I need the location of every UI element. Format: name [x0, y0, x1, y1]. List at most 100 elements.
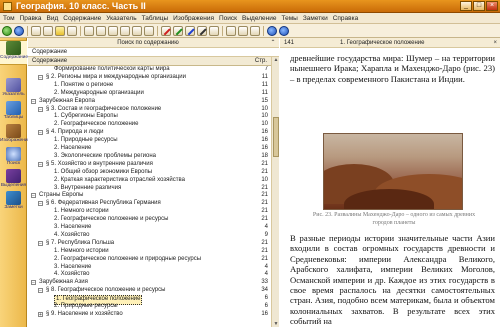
fit-page-icon[interactable]: [120, 25, 130, 36]
sidebar-item-contents[interactable]: Содержание: [0, 40, 28, 65]
forward-icon[interactable]: [14, 25, 24, 36]
collapse-icon[interactable]: ⌃: [269, 39, 277, 47]
copy-icon[interactable]: [31, 25, 41, 36]
toc-row[interactable]: 1. Немного истории 21: [28, 208, 271, 216]
toc-row[interactable]: − Зарубежная Европа 15: [28, 98, 271, 106]
minimize-button[interactable]: _: [460, 1, 472, 11]
toc-row[interactable]: − Зарубежная Азия 33: [28, 279, 271, 287]
prev-page-icon[interactable]: [267, 25, 277, 36]
toc-row[interactable]: − § 5. Хозяйство и внутренние различия 21: [28, 161, 271, 169]
collapse-icon[interactable]: −: [31, 98, 36, 104]
toc-row[interactable]: 1. Географическое положение 6: [28, 295, 271, 305]
toc-row[interactable]: − § 6. Федеративная Республика Германия 21: [28, 200, 271, 208]
toc-row[interactable]: − § 7. Республика Польша 21: [28, 240, 271, 248]
next-page-icon[interactable]: [279, 25, 289, 36]
contents-scrollbar[interactable]: ▲ ▼: [271, 57, 279, 327]
menu-help[interactable]: Справка: [333, 15, 359, 22]
toc-row[interactable]: 2. Население 16: [28, 145, 271, 153]
toc-row[interactable]: 3. Население 4: [28, 224, 271, 232]
menu-edit[interactable]: Правка: [20, 15, 42, 22]
collapse-icon[interactable]: −: [38, 161, 43, 167]
back-icon[interactable]: [2, 25, 12, 36]
toc-row[interactable]: 1. Понятие о регионе 11: [28, 82, 271, 90]
collapse-icon[interactable]: −: [31, 193, 36, 199]
toc-row[interactable]: − § 8. Географическое положение и ресурсы…: [28, 287, 271, 295]
toc-row[interactable]: 3. Внутренние различия 21: [28, 185, 271, 193]
toc-row[interactable]: 2. Природные ресурсы 6: [28, 303, 271, 311]
toc-row[interactable]: 2. Краткая характеристика отраслей хозяй…: [28, 177, 271, 185]
toc-row[interactable]: 4. Хозяйство 9: [28, 232, 271, 240]
close-button[interactable]: ×: [486, 1, 498, 11]
collapse-icon[interactable]: −: [38, 201, 43, 207]
book-icon: [6, 41, 21, 55]
collapse-icon[interactable]: −: [31, 280, 36, 286]
expand-icon[interactable]: +: [38, 311, 43, 317]
menu-notes[interactable]: Заметки: [303, 15, 328, 22]
menu-tables[interactable]: Таблицы: [142, 15, 169, 22]
highlight-tool-icon[interactable]: [226, 25, 236, 36]
toc-row[interactable]: + § 9. Население и хозяйство 16: [28, 311, 271, 319]
menu-search[interactable]: Поиск: [219, 15, 237, 22]
contents-tab[interactable]: Содержание: [28, 48, 279, 57]
toc-row[interactable]: 2. Международные организации 11: [28, 90, 271, 98]
menu-images[interactable]: Изображения: [173, 15, 214, 22]
green-pen-icon[interactable]: [173, 25, 183, 36]
toc-row[interactable]: 2. Географическое положение и ресурсы 21: [28, 216, 271, 224]
toc-row[interactable]: 1. Общий обзор экономики Европы 21: [28, 169, 271, 177]
scroll-up-icon[interactable]: ▲: [273, 57, 279, 63]
menu-view[interactable]: Вид: [47, 15, 59, 22]
zoom-icon[interactable]: [67, 25, 77, 36]
find-icon[interactable]: [55, 25, 65, 36]
note-tool-icon[interactable]: [238, 25, 248, 36]
toc-row-title: 2. Природные ресурсы: [54, 303, 118, 309]
collapse-icon[interactable]: −: [38, 130, 43, 136]
collapse-icon[interactable]: −: [38, 288, 43, 294]
toc-row-title: Формирование политической карты мира: [54, 66, 170, 72]
toc-row[interactable]: 1. Природные ресурсы 16: [28, 137, 271, 145]
scroll-thumb[interactable]: [273, 117, 279, 157]
toc-row[interactable]: − § 3. Состав и географическое положение 1…: [28, 106, 271, 114]
sidebar-item-tables[interactable]: Таблицы: [0, 101, 27, 126]
print-icon[interactable]: [43, 25, 53, 36]
toc-row[interactable]: Формирование политической карты мира 7: [28, 66, 271, 74]
black-pen-icon[interactable]: [197, 25, 207, 36]
contents-tree: Формирование политической карты мира 7− § …: [28, 66, 271, 327]
collapse-icon[interactable]: −: [38, 74, 43, 80]
toc-row-page: 11: [261, 89, 268, 96]
collapse-icon[interactable]: −: [38, 240, 43, 246]
column-title: Содержание: [32, 58, 68, 64]
menu-topics[interactable]: Темы: [281, 15, 297, 22]
toc-row-title: Зарубежная Европа: [39, 97, 95, 104]
bookmark-icon[interactable]: [144, 25, 154, 36]
menu-contents[interactable]: Содержание: [63, 15, 101, 22]
red-pen-icon[interactable]: [161, 25, 171, 36]
scroll-down-icon[interactable]: ▼: [273, 321, 279, 327]
toc-row[interactable]: 1. Субрегионы Европы 10: [28, 113, 271, 121]
toc-row[interactable]: 3. Экологические проблемы региона 18: [28, 153, 271, 161]
eraser-icon[interactable]: [209, 25, 219, 36]
undo-icon[interactable]: [250, 25, 260, 36]
close-page-icon[interactable]: ×: [493, 38, 497, 48]
sidebar-item-images[interactable]: Изображения: [0, 124, 30, 149]
toc-row[interactable]: 2. Географическое положение 10: [28, 121, 271, 129]
two-page-icon[interactable]: [96, 25, 106, 36]
toc-row[interactable]: 1. Немного истории 21: [28, 248, 271, 256]
maximize-button[interactable]: □: [473, 1, 485, 11]
toc-row[interactable]: 2. Географическое положение и природные …: [28, 256, 271, 264]
search-bar[interactable]: Поиск по содержанию ⌃: [28, 38, 279, 48]
collapse-icon[interactable]: −: [38, 106, 43, 112]
menu-index[interactable]: Указатель: [106, 15, 136, 22]
toc-row[interactable]: 4. Хозяйство 4: [28, 271, 271, 279]
sidebar-item-notes[interactable]: Заметки: [0, 191, 27, 216]
menu-volume[interactable]: Том: [3, 15, 15, 22]
blue-pen-icon[interactable]: [185, 25, 195, 36]
toc-row[interactable]: − § 4. Природа и люди 16: [28, 129, 271, 137]
text-view-icon[interactable]: [132, 25, 142, 36]
toc-row[interactable]: − Страны Европы 21: [28, 192, 271, 200]
fit-width-icon[interactable]: [108, 25, 118, 36]
page-view-icon[interactable]: [84, 25, 94, 36]
menu-highlight[interactable]: Выделение: [242, 15, 276, 22]
sidebar-item-index[interactable]: Указатель: [0, 78, 27, 103]
toc-row[interactable]: − § 2. Регионы мира и международные орган…: [28, 74, 271, 82]
toolbar-separator: [157, 25, 158, 36]
